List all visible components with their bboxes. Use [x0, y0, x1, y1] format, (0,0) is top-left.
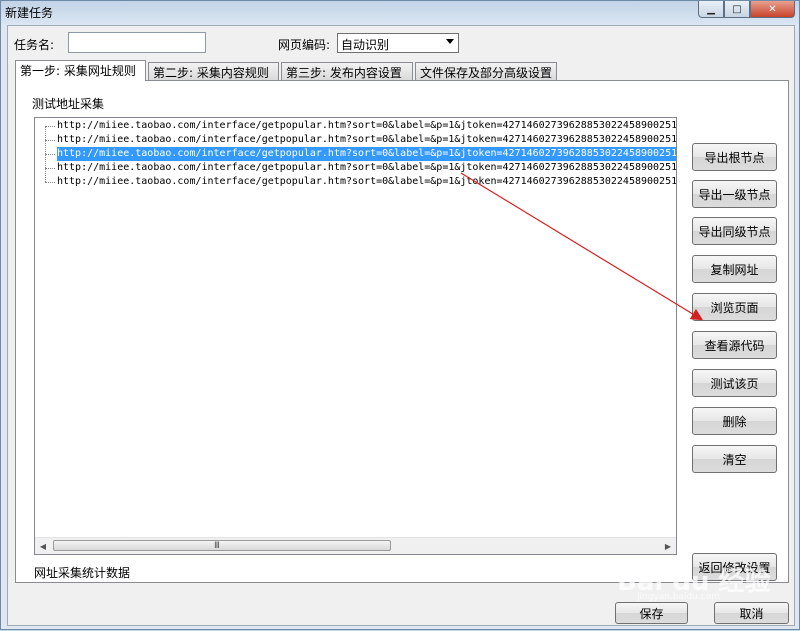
chevron-down-icon: [446, 39, 454, 44]
clear-button[interactable]: 清空: [692, 445, 777, 473]
close-button[interactable]: ✕: [750, 1, 795, 18]
title-bar[interactable]: 新建任务 ▁ □ ✕: [1, 1, 800, 23]
scroll-left-arrow-icon[interactable]: ◀: [35, 538, 51, 554]
url-stats-label: 网址采集统计数据: [34, 566, 131, 580]
new-task-window: 新建任务 ▁ □ ✕ 任务名: 网页编码: 自动识别 第一步: 采集网址规则 第…: [0, 0, 800, 630]
url-text: http://miiee.taobao.com/interface/getpop…: [57, 134, 677, 145]
url-rows: http://miiee.taobao.com/interface/getpop…: [35, 118, 676, 538]
delete-button[interactable]: 删除: [692, 407, 777, 435]
export-root-node-button[interactable]: 导出根节点: [692, 143, 777, 171]
export-level1-node-button[interactable]: 导出一级节点: [692, 180, 777, 208]
scrollbar-grip: III: [214, 541, 220, 551]
save-button[interactable]: 保存: [615, 602, 688, 624]
maximize-button[interactable]: □: [724, 1, 750, 18]
tab-step1-url-rules[interactable]: 第一步: 采集网址规则: [15, 60, 146, 81]
test-page-button[interactable]: 测试该页: [692, 369, 777, 397]
tab-step3-publish-settings[interactable]: 第三步: 发布内容设置: [281, 62, 413, 80]
view-source-button[interactable]: 查看源代码: [692, 331, 777, 359]
url-text: http://miiee.taobao.com/interface/getpop…: [57, 120, 677, 131]
encoding-select-value: 自动识别: [341, 38, 390, 52]
minimize-icon: ▁: [707, 3, 715, 15]
tab-step2-content-rules[interactable]: 第二步: 采集内容规则: [148, 62, 279, 80]
maximize-icon: □: [732, 3, 742, 15]
url-text: http://miiee.taobao.com/interface/getpop…: [57, 176, 677, 187]
dialog-body: 任务名: 网页编码: 自动识别 第一步: 采集网址规则 第二步: 采集内容规则 …: [7, 25, 795, 626]
task-name-input[interactable]: [68, 32, 206, 53]
encoding-label: 网页编码:: [278, 38, 331, 52]
export-same-level-node-button[interactable]: 导出同级节点: [692, 217, 777, 245]
close-icon: ✕: [768, 3, 777, 15]
watermark-url: jingyan.baidu.com: [637, 592, 721, 602]
url-text: http://miiee.taobao.com/interface/getpop…: [57, 162, 677, 173]
horizontal-scrollbar[interactable]: ◀ III ▶: [35, 537, 676, 554]
tab-file-advanced-settings[interactable]: 文件保存及部分高级设置: [415, 62, 557, 80]
scroll-right-arrow-icon[interactable]: ▶: [660, 538, 676, 554]
scrollbar-thumb[interactable]: III: [53, 540, 391, 551]
url-text: http://miiee.taobao.com/interface/getpop…: [57, 147, 676, 161]
minimize-button[interactable]: ▁: [698, 1, 724, 18]
browse-page-button[interactable]: 浏览页面: [692, 293, 777, 321]
group-label: 测试地址采集: [32, 97, 105, 111]
url-tree-list[interactable]: http://miiee.taobao.com/interface/getpop…: [34, 117, 677, 555]
copy-url-button[interactable]: 复制网址: [692, 255, 777, 283]
window-title: 新建任务: [5, 6, 54, 20]
tab-panel-url-rules: 测试地址采集 http://miiee.taobao.com/interface…: [15, 80, 789, 583]
encoding-select[interactable]: 自动识别: [337, 33, 459, 53]
cancel-button[interactable]: 取消: [714, 602, 789, 624]
task-name-label: 任务名:: [14, 38, 55, 52]
